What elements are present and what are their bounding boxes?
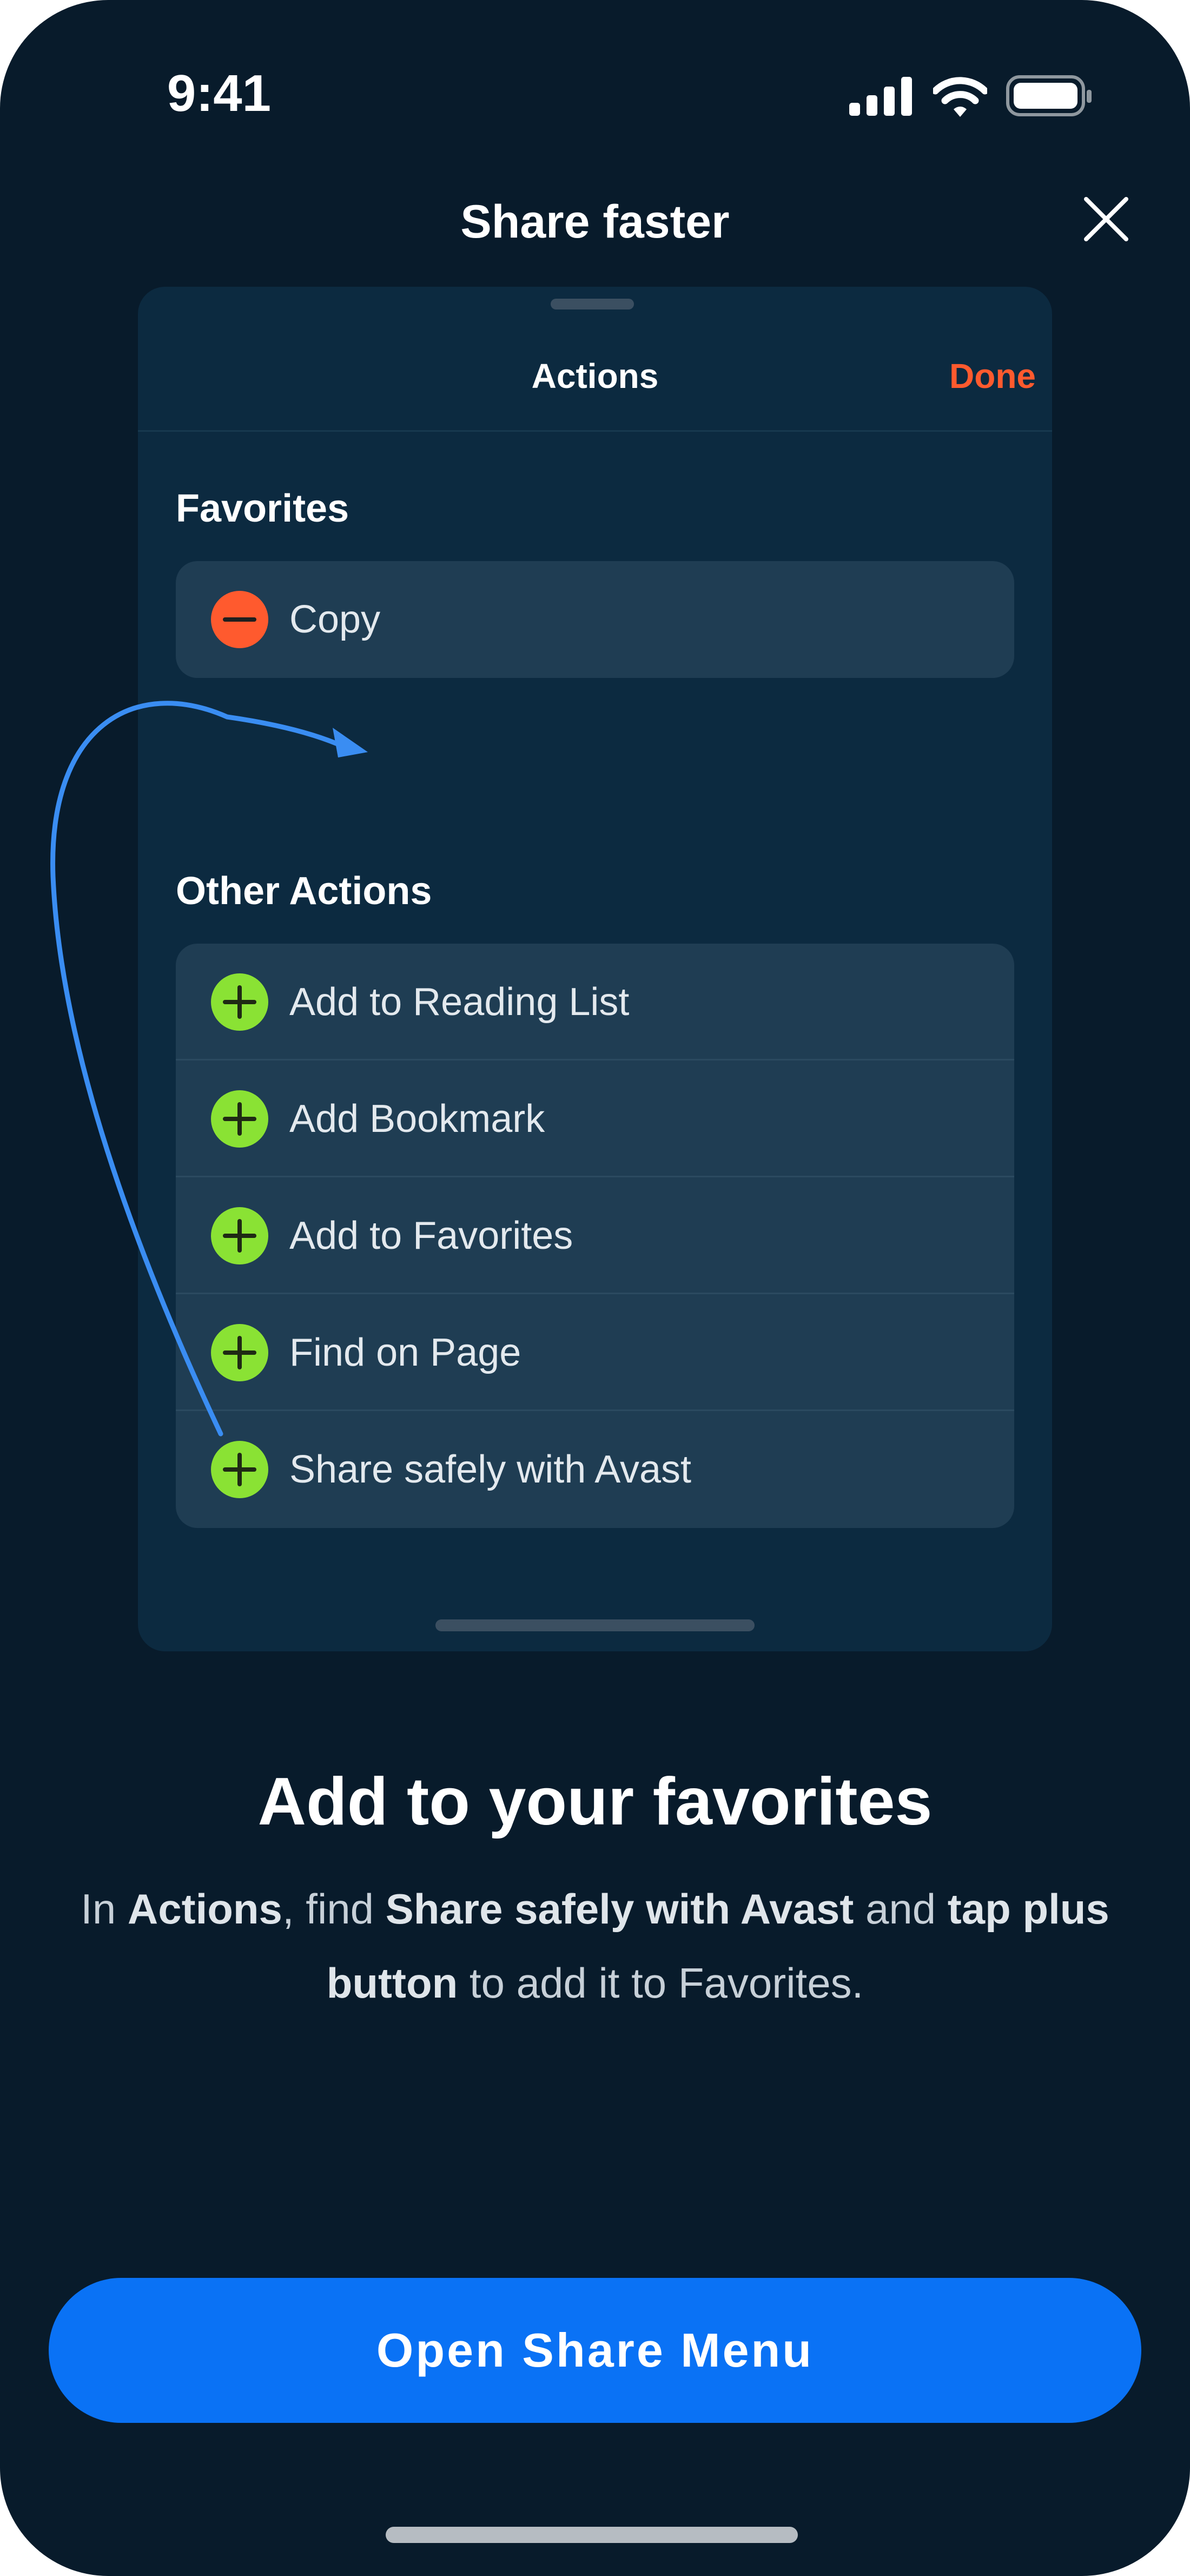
signal-icon bbox=[849, 77, 912, 116]
plus-circle-icon[interactable] bbox=[211, 1207, 268, 1264]
divider bbox=[138, 430, 1052, 432]
open-share-menu-label: Open Share Menu bbox=[376, 2323, 814, 2377]
list-item-label: Add to Favorites bbox=[289, 1214, 573, 1257]
desc-bold-share-safely: Share safely with Avast bbox=[385, 1885, 854, 1933]
phone-screen: 9:41 Share faster Actions Done Favorites… bbox=[0, 0, 1190, 2576]
list-item-share-safely-with-avast[interactable]: Share safely with Avast bbox=[176, 1411, 1014, 1528]
list-item-add-to-favorites[interactable]: Add to Favorites bbox=[176, 1177, 1014, 1294]
open-share-menu-button[interactable]: Open Share Menu bbox=[49, 2278, 1141, 2423]
desc-text-1: In bbox=[81, 1885, 128, 1933]
desc-text-3: and bbox=[854, 1885, 948, 1933]
plus-circle-icon[interactable] bbox=[211, 1090, 268, 1148]
list-item-add-bookmark[interactable]: Add Bookmark bbox=[176, 1060, 1014, 1177]
minus-circle-icon[interactable] bbox=[211, 591, 268, 648]
status-icons bbox=[849, 69, 1098, 123]
favorites-list: Copy bbox=[176, 561, 1014, 678]
list-item-add-to-reading-list[interactable]: Add to Reading List bbox=[176, 944, 1014, 1060]
other-actions-list: Add to Reading List Add Bookmark Add to … bbox=[176, 944, 1014, 1528]
list-item-label: Copy bbox=[289, 598, 381, 641]
onboarding-description: In Actions, find Share safely with Avast… bbox=[32, 1872, 1158, 2024]
desc-text-4: to add it to Favorites. bbox=[458, 1959, 864, 2007]
screen-title: Share faster bbox=[460, 196, 730, 248]
battery-icon bbox=[1006, 75, 1092, 116]
plus-circle-icon[interactable] bbox=[211, 1441, 268, 1498]
plus-circle-icon[interactable] bbox=[211, 1324, 268, 1381]
wifi-icon bbox=[933, 77, 987, 117]
onboarding-heading: Add to your favorites bbox=[257, 1764, 933, 1839]
list-item-label: Share safely with Avast bbox=[289, 1448, 692, 1491]
list-item-label: Add Bookmark bbox=[289, 1097, 545, 1141]
list-item-label: Find on Page bbox=[289, 1331, 521, 1374]
sheet-title: Actions bbox=[531, 357, 659, 396]
desc-text-2: , find bbox=[282, 1885, 386, 1933]
sheet-home-bar bbox=[435, 1619, 755, 1631]
list-item-find-on-page[interactable]: Find on Page bbox=[176, 1294, 1014, 1411]
list-item-label: Add to Reading List bbox=[289, 980, 630, 1024]
desc-bold-actions: Actions bbox=[127, 1885, 282, 1933]
favorites-title: Favorites bbox=[176, 487, 349, 530]
close-button[interactable] bbox=[1076, 189, 1136, 249]
status-time: 9:41 bbox=[167, 64, 272, 122]
close-icon bbox=[1084, 197, 1128, 241]
other-actions-title: Other Actions bbox=[176, 869, 432, 913]
sheet-grabber[interactable] bbox=[551, 299, 634, 309]
done-button[interactable]: Done bbox=[906, 352, 1036, 400]
actions-sheet: Actions Done Favorites Copy Other Action… bbox=[138, 287, 1052, 1651]
list-item-copy[interactable]: Copy bbox=[176, 561, 1014, 678]
home-indicator[interactable] bbox=[386, 2527, 798, 2543]
plus-circle-icon[interactable] bbox=[211, 973, 268, 1031]
